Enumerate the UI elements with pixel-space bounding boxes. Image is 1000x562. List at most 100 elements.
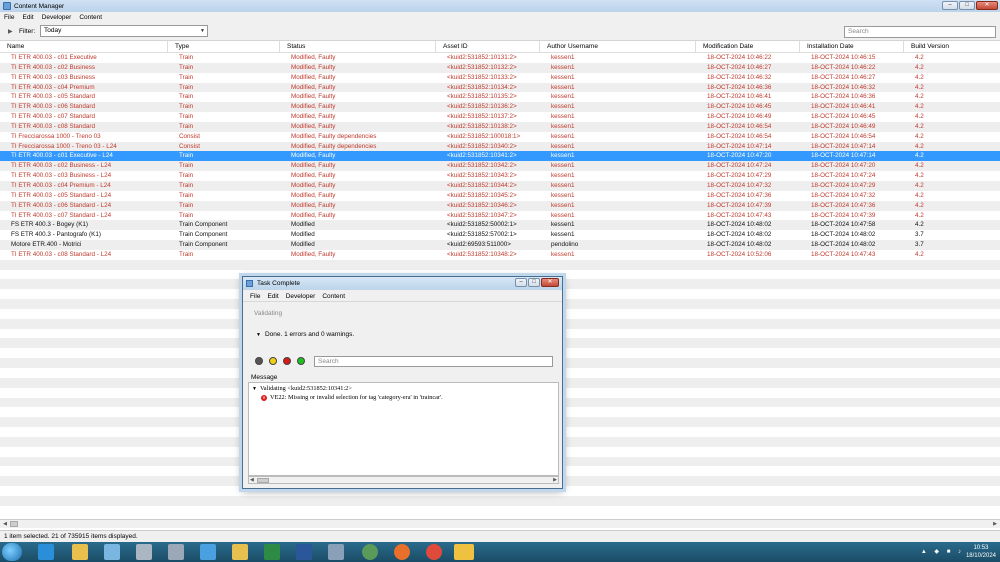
minimize-button[interactable]: – <box>942 1 958 10</box>
cell-modification-date: 18-OCT-2024 10:46:22 <box>707 54 772 61</box>
cell-asset-id: <kuid2:531852:10342:2> <box>447 162 517 170</box>
column-header-asset-id[interactable]: Asset ID <box>436 41 540 53</box>
expand-filter-icon[interactable]: ▶ <box>8 28 13 35</box>
table-row[interactable]: TI ETR 400.03 - c06 Standard Train Modifie… <box>0 102 1000 113</box>
column-header-modification-date[interactable]: Modification Date <box>696 41 800 53</box>
dialog-search-input[interactable]: Search <box>314 356 553 367</box>
table-row[interactable]: TI Frecciarossa 1000 - Treno 03 - L24 Con… <box>0 141 1000 152</box>
menu-file[interactable]: File <box>4 14 14 21</box>
main-menubar: File Edit Developer Content <box>0 12 1000 22</box>
red-filter-dot-icon[interactable] <box>283 357 291 365</box>
cell-status: Modified, Faulty <box>291 73 336 81</box>
column-header-status[interactable]: Status <box>280 41 436 53</box>
dialog-menu-developer[interactable]: Developer <box>286 293 316 300</box>
menu-content[interactable]: Content <box>79 14 102 21</box>
ie-icon[interactable] <box>38 544 54 560</box>
cell-status: Modified, Faulty <box>291 201 336 209</box>
green-filter-dot-icon[interactable] <box>297 357 305 365</box>
done-summary[interactable]: ▼ Done. 1 errors and 0 warnings. <box>256 331 354 338</box>
column-header-build-version[interactable]: Build Version <box>904 41 1000 53</box>
excel-icon[interactable] <box>264 544 280 560</box>
scroll-left-icon[interactable]: ◀ <box>1 520 9 528</box>
dialog-menu-edit[interactable]: Edit <box>267 293 278 300</box>
table-row[interactable]: TI ETR 400.03 - c05 Standard Train Modifie… <box>0 92 1000 102</box>
close-button[interactable]: ✕ <box>976 1 998 10</box>
cell-status: Modified <box>291 221 315 229</box>
menu-developer[interactable]: Developer <box>42 14 72 21</box>
scroll-right-icon[interactable]: ▶ <box>991 520 999 528</box>
cell-type: Train <box>179 122 194 130</box>
cell-installation-date: 18-OCT-2024 10:46:49 <box>811 122 876 130</box>
app-icon-5[interactable] <box>232 544 248 560</box>
done-text: Done. 1 errors and 0 warnings. <box>264 331 355 338</box>
dialog-menu-file[interactable]: File <box>250 293 260 300</box>
table-row[interactable]: TI ETR 400.03 - c02 Business Train Modifie… <box>0 62 1000 73</box>
dialog-maximize-button[interactable]: □ <box>528 278 540 287</box>
menu-edit[interactable]: Edit <box>22 14 33 21</box>
table-row[interactable]: TI ETR 400.03 - c07 Standard Train Modifie… <box>0 112 1000 122</box>
app-icon-2[interactable] <box>136 544 152 560</box>
app-icon-1[interactable] <box>104 544 120 560</box>
cell-author: kessen1 <box>551 103 575 111</box>
search-input[interactable]: Search <box>844 26 996 38</box>
table-row[interactable]: TI ETR 400.03 - c03 Business - L24 Train M… <box>0 171 1000 181</box>
table-row[interactable]: TI ETR 400.03 - c08 Standard Train Modifie… <box>0 121 1000 132</box>
column-header-name[interactable]: Name <box>0 41 168 53</box>
app-icon-7[interactable] <box>362 544 378 560</box>
dialog-scroll-right-icon[interactable]: ▶ <box>553 477 557 484</box>
table-row[interactable]: TI ETR 400.03 - c06 Standard - L24 Train M… <box>0 200 1000 211</box>
dialog-minimize-button[interactable]: – <box>515 278 527 287</box>
table-row[interactable]: TI ETR 400.03 - c04 Premium - L24 Train Mo… <box>0 180 1000 191</box>
dialog-menu-content[interactable]: Content <box>322 293 345 300</box>
maximize-button[interactable]: □ <box>959 1 975 10</box>
cell-name: TI ETR 400.03 - c05 Standard <box>11 93 96 101</box>
table-row[interactable]: Motore ETR.400 - Motrici Train Component M… <box>0 240 1000 250</box>
content-manager-taskbar-icon[interactable] <box>454 544 474 560</box>
system-tray-icons[interactable]: ▲ ◆ ■ ♪ <box>921 548 964 555</box>
table-row[interactable]: TI ETR 400.03 - c03 Business Train Modifie… <box>0 73 1000 83</box>
firefox-icon[interactable] <box>394 544 410 560</box>
column-header-installation-date[interactable]: Installation Date <box>800 41 904 53</box>
tree-expand-icon[interactable]: ▼ <box>252 387 257 392</box>
column-header-type[interactable]: Type <box>168 41 280 53</box>
table-row[interactable]: TI ETR 400.03 - c07 Standard - L24 Train M… <box>0 211 1000 221</box>
table-row[interactable]: TI ETR 400.03 - c01 Executive - L24 Train… <box>0 151 1000 162</box>
filter-dropdown[interactable]: Today ▼ <box>40 25 208 37</box>
app-icon-3[interactable] <box>168 544 184 560</box>
cell-status: Modified, Faulty <box>291 152 336 160</box>
table-row[interactable]: TI Frecciarossa 1000 - Treno 03 Consist Mo… <box>0 132 1000 142</box>
clock[interactable]: 10:53 18/10/2024 <box>966 544 996 560</box>
validation-tree-parent[interactable]: ▼ Validating <kuid2:531852:10341:2> <box>252 385 352 392</box>
app-icon <box>3 2 11 10</box>
cell-build-version: 4.2 <box>915 191 924 199</box>
cell-author: kessen1 <box>551 250 575 258</box>
table-row[interactable]: TI ETR 400.03 - c01 Executive Train Modifi… <box>0 53 1000 63</box>
horizontal-scrollbar[interactable]: ◀ ▶ <box>0 519 1000 528</box>
chrome-icon[interactable] <box>426 544 442 560</box>
column-header-author[interactable]: Author Username <box>540 41 696 53</box>
scroll-thumb[interactable] <box>10 521 18 527</box>
app-icon-6[interactable] <box>328 544 344 560</box>
table-row[interactable]: TI ETR 400.03 - c05 Standard - L24 Train M… <box>0 191 1000 201</box>
dialog-menubar: File Edit Developer Content <box>243 292 562 302</box>
validation-error-item[interactable]: ✕ VE22: Missing or invalid selection for… <box>261 394 443 401</box>
table-row[interactable]: FS ETR 400.3 - Pantografo (K1) Train Comp… <box>0 230 1000 240</box>
dialog-close-button[interactable]: ✕ <box>541 278 559 287</box>
gray-filter-dot-icon[interactable] <box>255 357 263 365</box>
table-row[interactable]: TI ETR 400.03 - c02 Business - L24 Train M… <box>0 161 1000 172</box>
cell-build-version: 4.2 <box>915 93 924 101</box>
folder-icon[interactable] <box>72 544 88 560</box>
cell-name: TI Frecciarossa 1000 - Treno 03 - L24 <box>11 142 117 150</box>
word-icon[interactable] <box>296 544 312 560</box>
cell-author: kessen1 <box>551 132 575 140</box>
table-row[interactable]: FS ETR 400.3 - Bogey (K1) Train Component… <box>0 220 1000 231</box>
dialog-scroll-thumb[interactable] <box>257 478 269 483</box>
app-icon-4[interactable] <box>200 544 216 560</box>
dialog-scroll-left-icon[interactable]: ◀ <box>250 477 254 484</box>
yellow-filter-dot-icon[interactable] <box>269 357 277 365</box>
table-row[interactable]: TI ETR 400.03 - c04 Premium Train Modified… <box>0 82 1000 93</box>
start-button[interactable] <box>2 543 22 561</box>
table-row[interactable]: TI ETR 400.03 - c08 Standard - L24 Train M… <box>0 250 1000 260</box>
dialog-horizontal-scrollbar[interactable]: ◀ ▶ <box>248 476 559 484</box>
cell-asset-id: <kuid2:531852:10340:2> <box>447 142 517 150</box>
